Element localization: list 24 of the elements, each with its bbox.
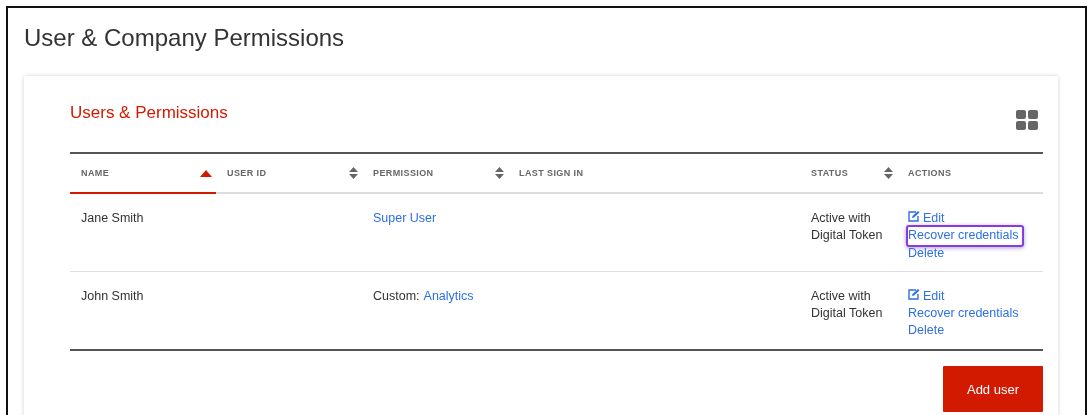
sort-icon[interactable] [884,167,893,179]
edit-icon [908,211,920,222]
action-link[interactable]: Recover credentials [906,225,1025,247]
permission-link[interactable]: Analytics [423,289,474,303]
sort-icon[interactable] [349,167,358,179]
column-header[interactable]: USER ID [216,154,362,192]
permission-link[interactable]: Super User [373,211,437,225]
status-text: Active with Digital Token [811,289,883,320]
section-title: Users & Permissions [70,103,228,123]
column-header: ACTIONS [907,167,953,180]
page-title: User & Company Permissions [24,24,346,53]
edit-icon [908,289,920,300]
column-header[interactable]: PERMISSION [362,154,508,192]
user-name: Jane Smith [81,211,144,225]
permission-text: Custom: [373,289,420,303]
column-header: LAST SIGN IN [518,167,585,180]
user-name: John Smith [81,289,144,303]
sort-ascending-icon[interactable] [200,169,212,177]
status-text: Active with Digital Token [811,211,883,242]
grid-view-icon[interactable] [1016,110,1038,130]
column-header[interactable]: STATUS [800,154,897,192]
add-user-button[interactable]: Add user [943,366,1043,412]
column-header[interactable]: NAME [70,154,216,194]
sort-icon[interactable] [495,167,504,179]
